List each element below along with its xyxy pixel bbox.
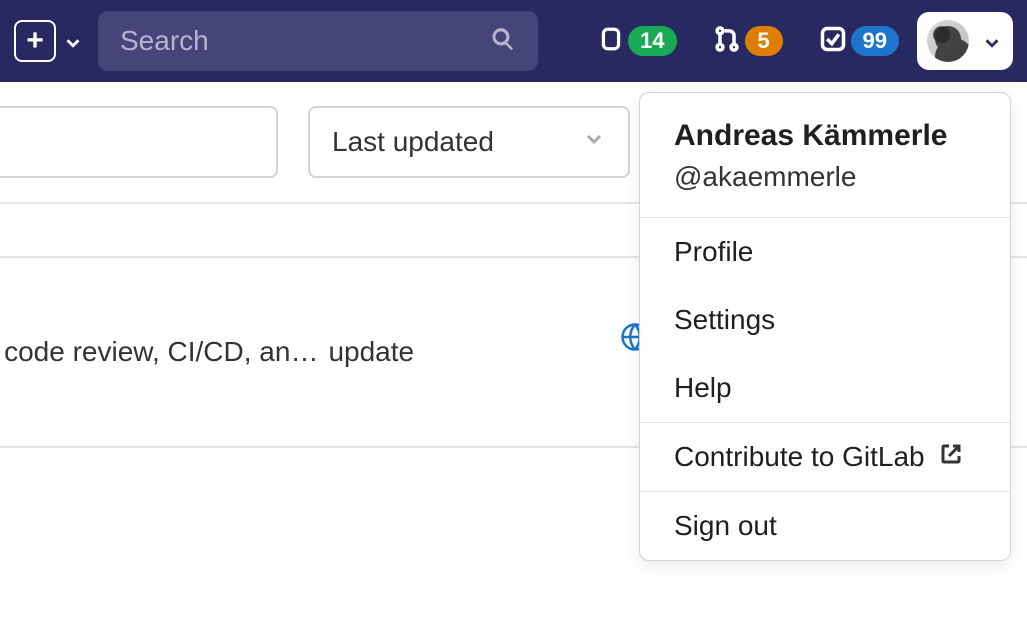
user-menu-header: Andreas Kämmerle @akaemmerle bbox=[640, 93, 1010, 218]
todos-badge: 99 bbox=[851, 26, 899, 56]
user-menu-toggle[interactable] bbox=[917, 12, 1013, 70]
external-link-icon bbox=[939, 441, 963, 473]
user-menu: Andreas Kämmerle @akaemmerle Profile Set… bbox=[639, 92, 1011, 561]
user-handle: @akaemmerle bbox=[674, 161, 976, 193]
project-description: ol, issue tracking, code review, CI/CD, … bbox=[0, 336, 318, 368]
sort-select[interactable]: Last updated bbox=[308, 106, 630, 178]
global-search[interactable] bbox=[98, 11, 538, 71]
issues-badge: 14 bbox=[628, 26, 676, 56]
filter-input[interactable]: . bbox=[0, 106, 278, 178]
merge-requests-counter[interactable]: 5 bbox=[713, 24, 783, 59]
menu-item-profile[interactable]: Profile bbox=[640, 218, 1010, 286]
chevron-down-icon bbox=[981, 32, 999, 50]
updated-prefix: update bbox=[328, 336, 414, 368]
nav-counters: 14 5 99 bbox=[598, 24, 899, 59]
plus-icon: + bbox=[26, 26, 44, 56]
menu-item-contribute[interactable]: Contribute to GitLab bbox=[640, 423, 1010, 491]
menu-item-settings[interactable]: Settings bbox=[640, 286, 1010, 354]
new-button[interactable]: + bbox=[14, 20, 56, 62]
issues-icon bbox=[598, 24, 624, 59]
todos-counter[interactable]: 99 bbox=[819, 25, 899, 58]
sort-label: Last updated bbox=[332, 126, 494, 158]
menu-item-help[interactable]: Help bbox=[640, 354, 1010, 422]
user-full-name: Andreas Kämmerle bbox=[674, 119, 976, 153]
merge-request-icon bbox=[713, 24, 741, 59]
menu-item-label: Contribute to GitLab bbox=[674, 441, 925, 473]
chevron-down-icon bbox=[62, 32, 80, 50]
menu-item-signout[interactable]: Sign out bbox=[640, 492, 1010, 560]
new-dropdown[interactable]: + bbox=[14, 20, 80, 62]
merge-requests-badge: 5 bbox=[745, 26, 783, 56]
search-icon bbox=[490, 26, 516, 57]
chevron-down-icon bbox=[582, 126, 606, 158]
issues-counter[interactable]: 14 bbox=[598, 24, 676, 59]
top-navbar: + 14 5 bbox=[0, 0, 1027, 82]
search-input[interactable] bbox=[120, 25, 490, 57]
todos-icon bbox=[819, 25, 847, 58]
avatar bbox=[927, 20, 969, 62]
